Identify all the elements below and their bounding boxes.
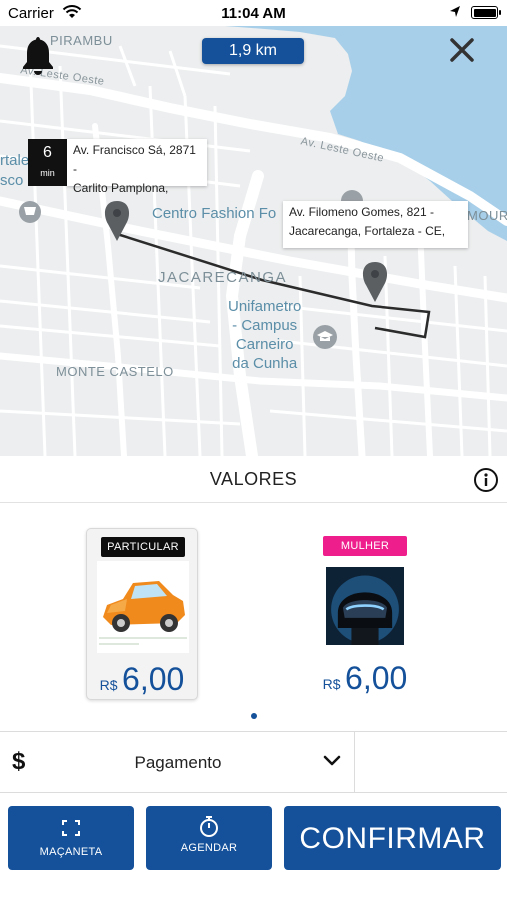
ride-option-card-mulher[interactable]: MULHER R$ 6,00 (309, 528, 421, 700)
ride-option-tag: MULHER (323, 536, 407, 556)
ride-option-tag: PARTICULAR (101, 537, 185, 557)
map-label-unifametro: Unifametro - Campus Carneiro da Cunha (228, 298, 302, 372)
ride-option-price: R$ 6,00 (87, 661, 197, 698)
eta-value: 6 (43, 144, 52, 161)
ride-request-screen: Carrier 11:04 AM PIRAMBU Av. Leste Oeste… (0, 0, 507, 900)
map-label-centro-fashion: Centro Fashion Fo (152, 205, 277, 222)
payment-extra-field[interactable] (355, 732, 507, 793)
battery-icon (471, 6, 501, 19)
motorcycle-helmet-image (326, 567, 404, 645)
destination-address-callout: Av. Filomeno Gomes, 821 - Jacarecanga, F… (283, 201, 468, 248)
dollar-icon: $ (12, 748, 26, 775)
bell-icon[interactable] (20, 34, 56, 78)
map-label-jacarecanga: JACARECANGA (158, 269, 288, 286)
location-arrow-icon (450, 6, 460, 17)
price-currency: R$ (99, 677, 118, 693)
map-label-mour: MOUR (467, 208, 507, 223)
map-label-monte-castelo: MONTE CASTELO (56, 364, 174, 379)
ride-options-carousel[interactable]: PARTICULAR R$ 6,00 MULHER R$ 6,00 (0, 503, 507, 731)
macaneta-button[interactable]: MAÇANETA (8, 806, 134, 870)
price-currency: R$ (322, 676, 341, 692)
ride-option-price: R$ 6,00 (309, 660, 421, 697)
close-icon[interactable] (448, 36, 476, 64)
ride-option-card-particular[interactable]: PARTICULAR R$ 6,00 (86, 528, 198, 700)
eta-unit: min (40, 168, 55, 178)
distance-badge: 1,9 km (202, 38, 304, 64)
confirm-label: CONFIRMAR (299, 822, 486, 855)
origin-address-line2: Carlito Pamplona, (73, 181, 169, 195)
values-header: VALORES (0, 456, 507, 503)
info-icon[interactable] (473, 467, 499, 493)
origin-address-line1: Av. Francisco Sá, 2871 - (73, 143, 196, 176)
chevron-down-icon[interactable] (323, 754, 341, 768)
eta-badge: 6 min (28, 139, 67, 186)
payment-label: Pagamento (134, 753, 222, 772)
payment-row[interactable]: $ Pagamento (0, 731, 507, 793)
macaneta-label: MAÇANETA (39, 846, 103, 858)
expand-icon (62, 820, 80, 836)
clock: 11:04 AM (221, 5, 286, 22)
values-title: VALORES (209, 469, 298, 489)
destination-address-line1: Av. Filomeno Gomes, 821 - (289, 205, 434, 219)
status-bar: Carrier 11:04 AM (0, 0, 507, 26)
map-label-pirambu: PIRAMBU (50, 33, 113, 48)
destination-address-line2: Jacarecanga, Fortaleza - CE, (289, 224, 446, 238)
schedule-button[interactable]: AGENDAR (146, 806, 272, 870)
orange-car-image (97, 561, 189, 653)
route-map[interactable]: PIRAMBU Av. Leste Oeste Av. Leste Oeste … (0, 26, 507, 456)
price-value: 6,00 (345, 660, 408, 696)
carousel-page-indicator (251, 713, 257, 719)
stopwatch-icon (200, 816, 218, 837)
confirm-button[interactable]: CONFIRMAR (284, 806, 501, 870)
origin-address-callout: Av. Francisco Sá, 2871 - Carlito Pamplon… (67, 139, 207, 195)
price-value: 6,00 (122, 661, 185, 697)
schedule-label: AGENDAR (180, 842, 238, 854)
